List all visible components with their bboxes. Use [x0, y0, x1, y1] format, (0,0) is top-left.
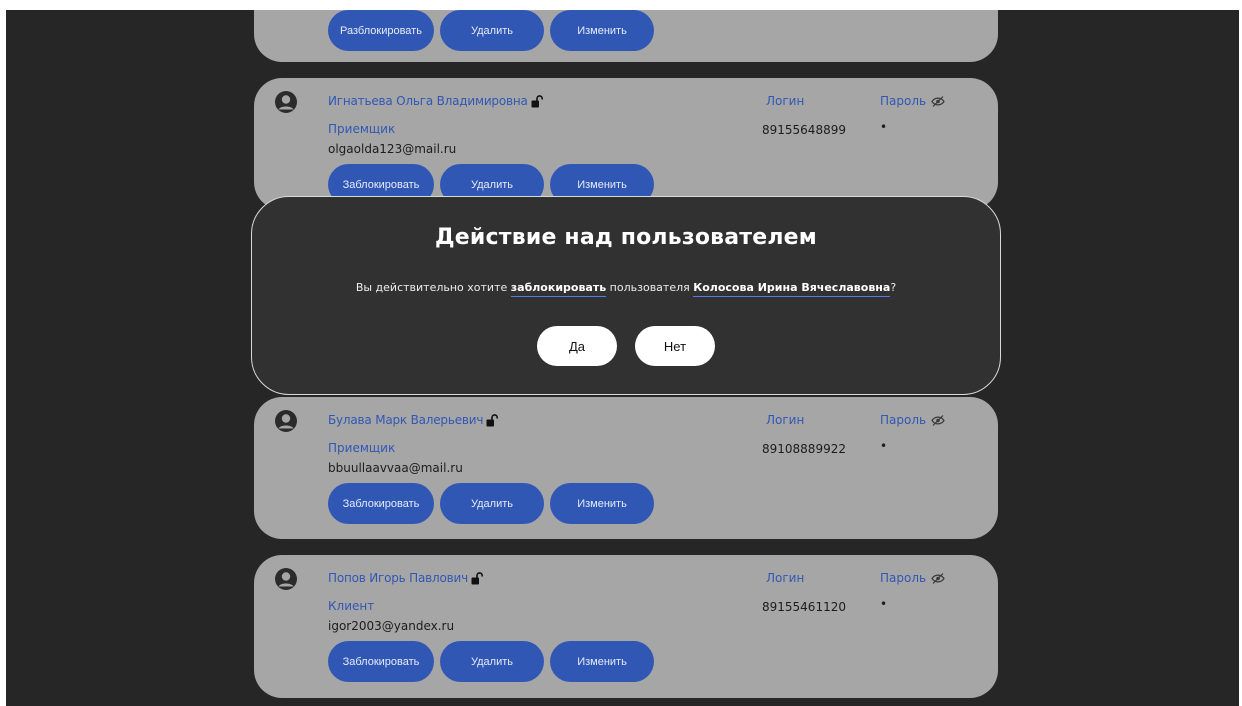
user-role: Приемщик — [328, 122, 396, 136]
page-background: Разблокировать Удалить Изменить Игнатьев… — [6, 10, 1239, 706]
user-email: olgaolda123@mail.ru — [328, 142, 457, 156]
unlock-icon[interactable] — [486, 413, 499, 427]
password-value: • — [880, 597, 888, 611]
password-value: • — [880, 439, 888, 453]
delete-button[interactable]: Удалить — [440, 10, 544, 51]
confirm-no-button[interactable]: Нет — [635, 326, 715, 366]
dialog-message: Вы действительно хотите заблокировать по… — [252, 281, 1000, 297]
user-name[interactable]: Игнатьева Ольга Владимировна — [328, 94, 543, 108]
unblock-button[interactable]: Разблокировать — [328, 10, 434, 51]
eye-off-icon[interactable] — [931, 572, 945, 584]
user-card-top: Разблокировать Удалить Изменить — [254, 10, 998, 62]
delete-button[interactable]: Удалить — [440, 641, 544, 682]
dialog-text-end: ? — [890, 281, 897, 294]
confirm-yes-button[interactable]: Да — [537, 326, 617, 366]
delete-button[interactable]: Удалить — [440, 483, 544, 524]
user-role: Клиент — [328, 599, 375, 613]
user-email: bbuullaavvaa@mail.ru — [328, 461, 463, 475]
dialog-text-middle: пользователя — [606, 281, 694, 294]
user-card: Попов Игорь Павлович Клиент igor2003@yan… — [254, 555, 998, 698]
edit-button[interactable]: Изменить — [550, 641, 654, 682]
login-value: 89155461120 — [762, 600, 846, 614]
block-button[interactable]: Заблокировать — [328, 641, 434, 682]
user-name[interactable]: Попов Игорь Павлович — [328, 571, 483, 585]
dialog-action: заблокировать — [510, 281, 607, 297]
dialog-text-before: Вы действительно хотите — [355, 281, 511, 294]
block-button[interactable]: Заблокировать — [328, 483, 434, 524]
unlock-icon[interactable] — [531, 94, 543, 108]
unlock-icon[interactable] — [471, 571, 483, 585]
user-avatar-icon — [275, 410, 297, 432]
user-actions: Заблокировать Удалить Изменить — [328, 641, 654, 682]
eye-off-icon[interactable] — [931, 414, 945, 426]
dialog-title: Действие над пользователем — [434, 225, 817, 250]
user-card: Булава Марк Валерьевич Приемщик bbuullaa… — [254, 397, 998, 539]
password-label: Пароль — [880, 571, 945, 585]
user-actions: Заблокировать Удалить Изменить — [328, 483, 654, 524]
confirm-dialog: Действие над пользователем Вы действител… — [251, 196, 1001, 395]
user-email: igor2003@yandex.ru — [328, 619, 455, 633]
login-value: 89155648899 — [762, 123, 846, 137]
edit-button[interactable]: Изменить — [550, 10, 654, 51]
edit-button[interactable]: Изменить — [550, 483, 654, 524]
dialog-user-name: Колосова Ирина Вячеславовна — [693, 281, 891, 297]
user-avatar-icon — [275, 568, 297, 590]
password-label: Пароль — [880, 413, 945, 427]
eye-off-icon[interactable] — [931, 95, 945, 107]
login-value: 89108889922 — [762, 442, 846, 456]
login-label: Логин — [766, 94, 805, 108]
user-avatar-icon — [275, 91, 297, 113]
password-value: • — [880, 120, 888, 134]
user-role: Приемщик — [328, 441, 396, 455]
login-label: Логин — [766, 413, 805, 427]
user-name[interactable]: Булава Марк Валерьевич — [328, 413, 499, 427]
user-card: Игнатьева Ольга Владимировна Приемщик ol… — [254, 78, 998, 210]
user-card-top-actions: Разблокировать Удалить Изменить — [328, 10, 654, 51]
login-label: Логин — [766, 571, 805, 585]
dialog-actions: Да Нет — [252, 326, 1000, 366]
password-label: Пароль — [880, 94, 945, 108]
